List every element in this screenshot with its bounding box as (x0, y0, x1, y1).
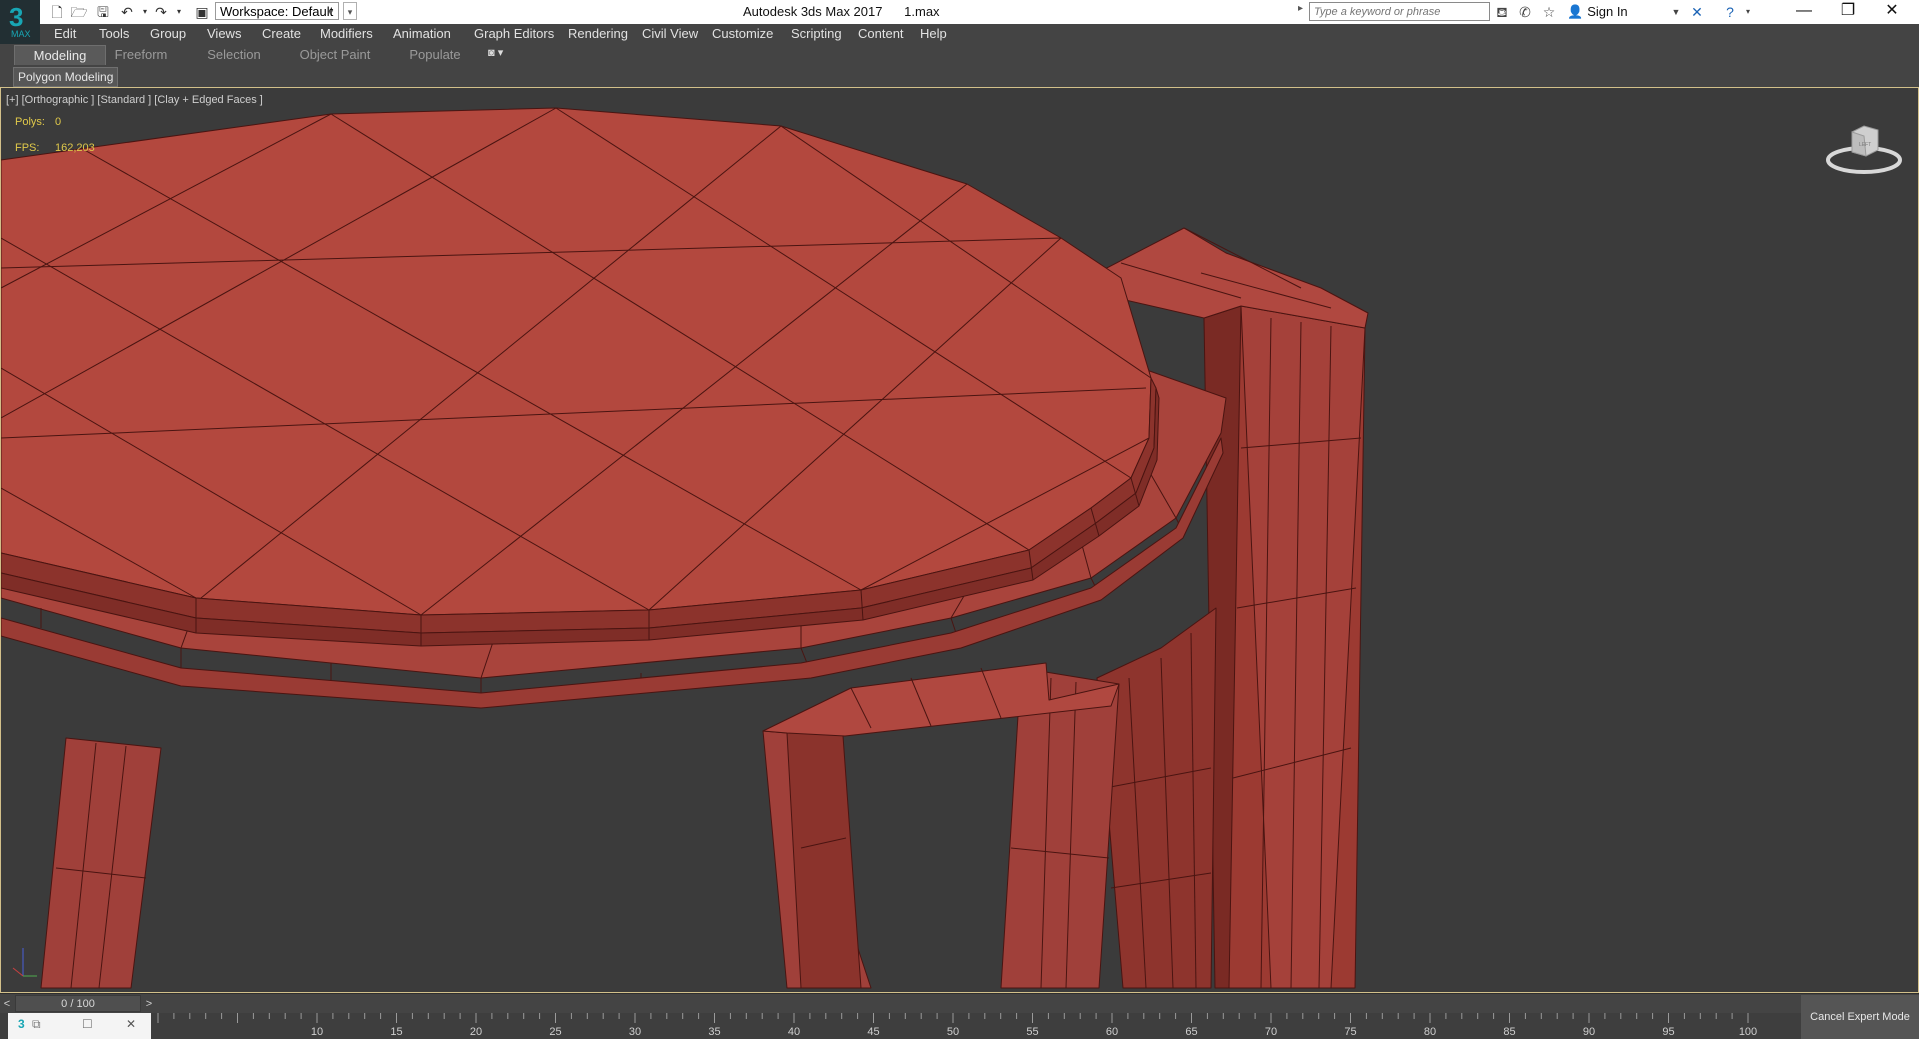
track-bar-ruler: 10 15 20 25 30 35 40 45 50 55 60 65 70 75 80 85 90 95 100 (157, 1013, 1757, 1038)
search-expand-icon[interactable]: ▸ (1298, 3, 1303, 14)
tab-populate[interactable]: Populate (404, 45, 466, 65)
menu-animation[interactable]: Animation (393, 26, 451, 41)
menu-help[interactable]: Help (920, 26, 947, 41)
user-icon: 👤 (1567, 4, 1584, 19)
track-tick-label: 55 (1026, 1026, 1038, 1038)
tab-object-paint[interactable]: Object Paint (296, 45, 374, 65)
track-tick-label: 35 (708, 1026, 720, 1038)
track-tick-label: 95 (1662, 1026, 1674, 1038)
track-tick-label: 80 (1424, 1026, 1436, 1038)
menu-edit[interactable]: Edit (54, 26, 76, 41)
track-tick-label: 85 (1503, 1026, 1515, 1038)
track-tick-label: 40 (788, 1026, 800, 1038)
minimize-button[interactable]: — (1782, 0, 1826, 24)
save-file-icon[interactable]: 🖫 (94, 3, 112, 21)
polys-value: 0 (55, 116, 62, 128)
ribbon-options-icon[interactable]: ◙ ▾ (488, 46, 503, 59)
help-icon[interactable]: ? (1721, 3, 1739, 21)
menu-scripting[interactable]: Scripting (791, 26, 842, 41)
fps-label: FPS: (15, 142, 40, 154)
menu-create[interactable]: Create (262, 26, 301, 41)
signin-dropdown-icon[interactable]: ▼ (1667, 3, 1685, 21)
track-tick-label: 20 (470, 1026, 482, 1038)
track-tick-label: 65 (1185, 1026, 1197, 1038)
viewport-label[interactable]: [+] [Orthographic ] [Standard ] [Clay + … (6, 94, 263, 106)
taskbar-close-icon[interactable]: ✕ (126, 1017, 136, 1031)
close-button[interactable]: ✕ (1870, 0, 1914, 24)
track-bar[interactable]: 10 15 20 25 30 35 40 45 50 55 60 65 70 75 80 85 90 95 100 (0, 1013, 1919, 1039)
polys-label: Polys: (15, 116, 45, 128)
restore-button[interactable]: ❐ (1826, 0, 1870, 24)
new-file-icon[interactable]: 🗋 (48, 3, 66, 21)
menu-bar: Edit Tools Group Views Create Modifiers … (40, 24, 1919, 44)
workspace-more-icon[interactable]: ▾ (343, 2, 357, 20)
sign-in-button[interactable]: 👤 Sign In (1567, 2, 1628, 22)
track-tick-label: 50 (947, 1026, 959, 1038)
time-slider[interactable]: 0 / 100 (15, 995, 141, 1012)
table-model (1, 107, 1369, 989)
polygon-modeling-panel[interactable]: Polygon Modeling (13, 67, 119, 87)
undo-icon[interactable]: ↶ (118, 3, 136, 21)
menu-civil-view[interactable]: Civil View (642, 26, 698, 41)
project-folder-icon[interactable]: ▣ (193, 3, 211, 21)
menu-views[interactable]: Views (207, 26, 241, 41)
menu-tools[interactable]: Tools (99, 26, 129, 41)
time-slider-bar: < 0 / 100 > (0, 993, 1919, 1014)
track-tick-label: 45 (867, 1026, 879, 1038)
ribbon-tab-bar: Modeling Freeform Selection Object Paint… (0, 44, 1919, 66)
menu-modifiers[interactable]: Modifiers (320, 26, 373, 41)
viewcube-icon[interactable]: LEFT (1824, 118, 1904, 178)
menu-customize[interactable]: Customize (712, 26, 773, 41)
track-tick-label: 100 (1739, 1026, 1757, 1038)
redo-icon[interactable]: ↷ (152, 3, 170, 21)
menu-rendering[interactable]: Rendering (568, 26, 628, 41)
previous-frame-icon[interactable]: < (0, 996, 14, 1012)
menu-graph-editors[interactable]: Graph Editors (474, 26, 554, 41)
taskbar-window-icon: ⧉ (32, 1017, 41, 1031)
track-tick-label: 60 (1106, 1026, 1118, 1038)
track-tick-label: 15 (390, 1026, 402, 1038)
app-logo[interactable]: 3 MAX (0, 0, 40, 44)
open-file-icon[interactable]: 🗁 (70, 3, 88, 21)
taskbar-app-icon: 3 (18, 1017, 25, 1031)
taskbar-blank-icon: ☐ (82, 1017, 93, 1031)
help-dropdown-icon[interactable]: ▾ (1739, 3, 1757, 21)
chevron-down-icon: ▼ (326, 7, 335, 17)
track-tick-label: 10 (311, 1026, 323, 1038)
tab-modeling[interactable]: Modeling (14, 45, 106, 65)
sign-in-label: Sign In (1587, 4, 1628, 19)
search-input[interactable] (1309, 2, 1490, 21)
workspace-select[interactable]: Workspace: Default ▼ (215, 2, 339, 20)
taskbar-app-chip[interactable]: 3 ⧉ ☐ ✕ (8, 1013, 151, 1039)
window-title: Autodesk 3ds Max 2017 1.max (743, 4, 940, 19)
fps-value: 162,203 (55, 142, 95, 154)
favorites-star-icon[interactable]: ☆ (1540, 3, 1558, 21)
track-tick-label: 30 (629, 1026, 641, 1038)
redo-dropdown-icon[interactable]: ▾ (170, 3, 188, 21)
track-tick-label: 90 (1583, 1026, 1595, 1038)
communication-center-icon[interactable]: ✆ (1516, 3, 1534, 21)
cancel-expert-mode-button[interactable]: Cancel Expert Mode (1801, 995, 1919, 1039)
autodesk-exchange-icon[interactable]: ✕ (1688, 3, 1706, 21)
axis-tripod-icon (12, 948, 37, 977)
app-logo-subtext: MAX (11, 29, 31, 39)
menu-group[interactable]: Group (150, 26, 186, 41)
track-tick-label: 75 (1344, 1026, 1356, 1038)
workspace-select-label: Workspace: Default (220, 4, 334, 19)
tab-freeform[interactable]: Freeform (108, 45, 174, 65)
viewcube-face-label: LEFT (1859, 142, 1871, 148)
tab-selection[interactable]: Selection (200, 45, 268, 65)
track-tick-label: 70 (1265, 1026, 1277, 1038)
binoculars-icon[interactable]: ⛾ (1493, 3, 1511, 21)
menu-content[interactable]: Content (858, 26, 904, 41)
title-bar: 🗋 🗁 🖫 ↶ ▾ ↷ ▾ ▣ Workspace: Default ▼ ▾ A… (0, 0, 1919, 25)
perspective-viewport[interactable]: [+] [Orthographic ] [Standard ] [Clay + … (0, 87, 1919, 993)
track-tick-label: 25 (549, 1026, 561, 1038)
ribbon-panel: Polygon Modeling (0, 66, 1919, 88)
next-frame-icon[interactable]: > (142, 996, 156, 1012)
